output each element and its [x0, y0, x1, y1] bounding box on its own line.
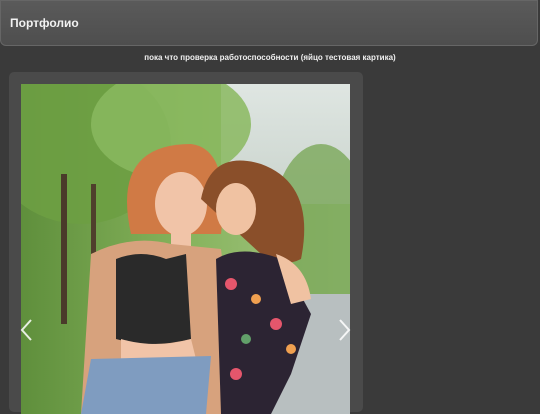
page-header: Портфолио	[0, 0, 538, 46]
portfolio-photo	[21, 84, 350, 414]
carousel-next-button[interactable]	[336, 318, 352, 342]
portfolio-subtitle: пока что проверка работоспособности (яйц…	[144, 53, 396, 62]
carousel-prev-button[interactable]	[19, 318, 35, 342]
chevron-left-icon	[20, 319, 32, 341]
chevron-right-icon	[339, 319, 351, 341]
photo-illustration	[21, 84, 350, 414]
page-title: Портфолио	[10, 16, 79, 30]
